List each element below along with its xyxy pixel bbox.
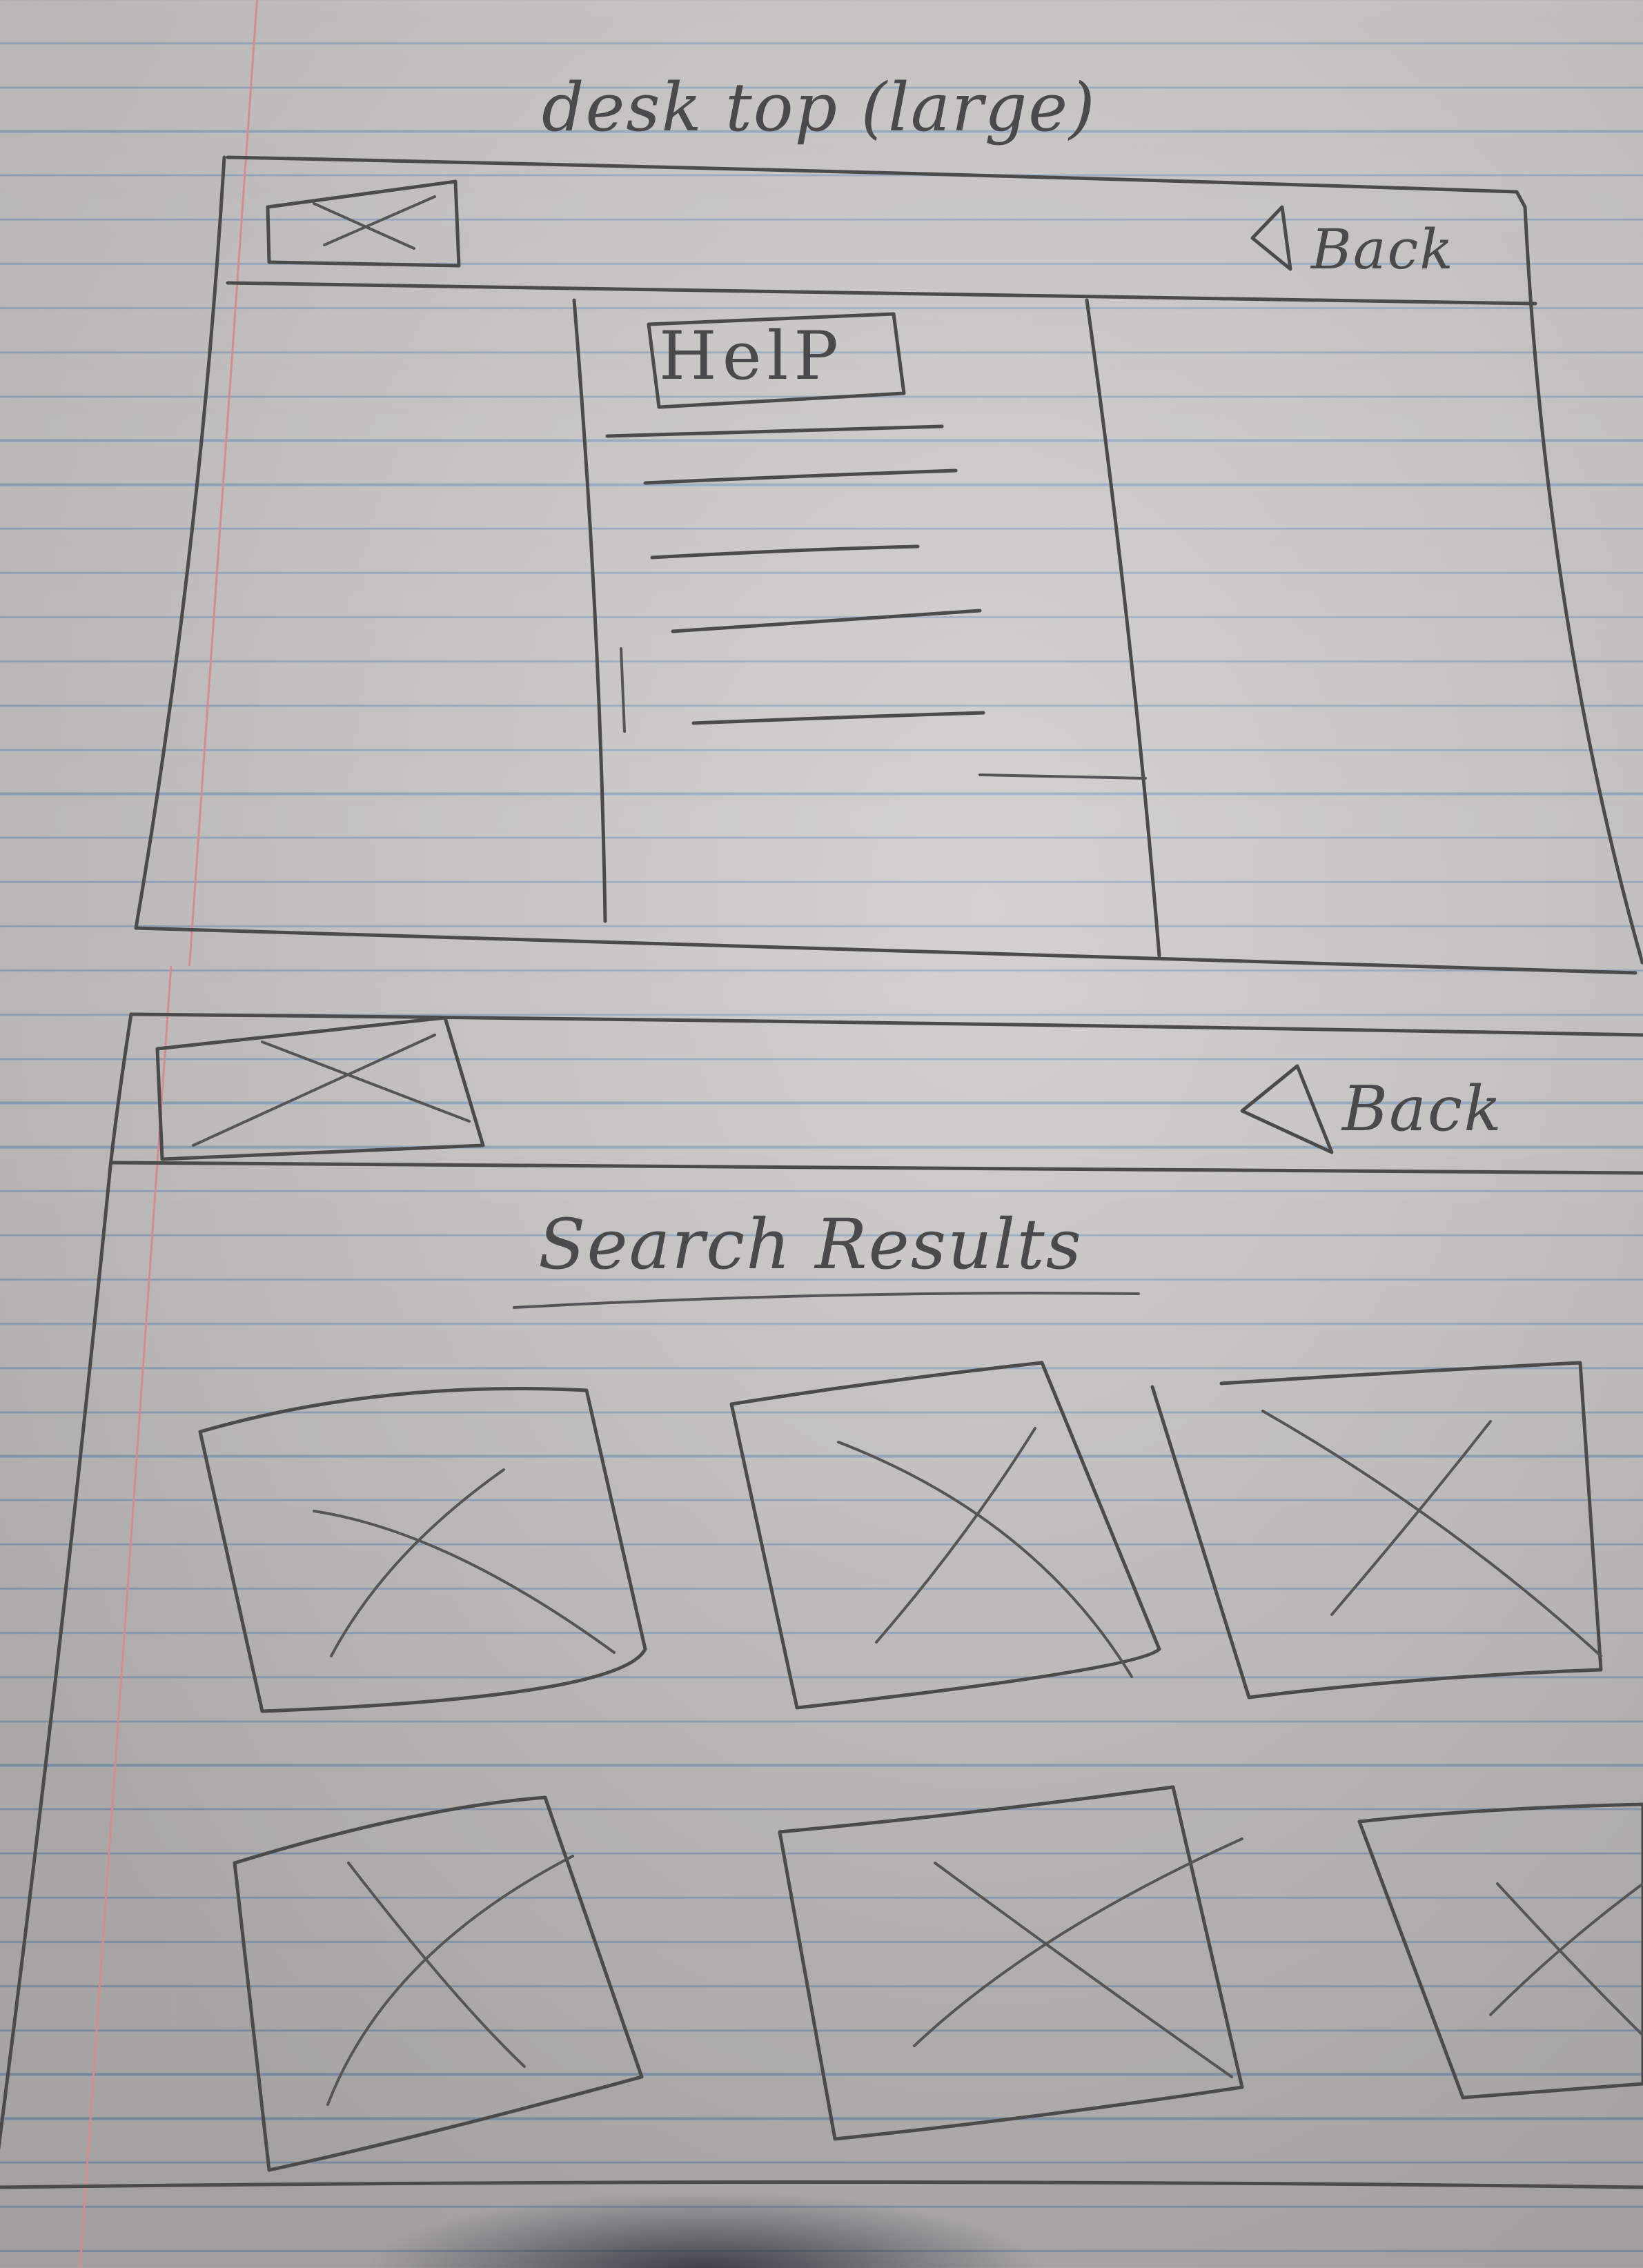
triangle-left-icon[interactable] — [1240, 1064, 1334, 1154]
bottom-frame — [0, 1012, 1643, 2189]
results-heading-underline — [513, 1292, 1140, 1309]
help-button[interactable] — [647, 312, 906, 409]
result-tile[interactable] — [778, 1785, 1244, 2141]
logo-placeholder — [155, 1016, 485, 1161]
help-panel — [572, 298, 1161, 958]
top-frame — [134, 155, 1643, 975]
help-menu-lines — [605, 424, 1147, 780]
shadow — [359, 2191, 1049, 2268]
triangle-left-icon[interactable] — [1250, 205, 1292, 271]
result-tile[interactable] — [729, 1361, 1161, 1710]
result-tile[interactable] — [1150, 1361, 1603, 1699]
result-tile[interactable] — [1357, 1802, 1643, 2100]
pencil-sketch — [0, 155, 1643, 2189]
result-tile[interactable] — [233, 1795, 644, 2172]
logo-placeholder — [266, 179, 461, 268]
result-tile[interactable] — [198, 1387, 647, 1713]
